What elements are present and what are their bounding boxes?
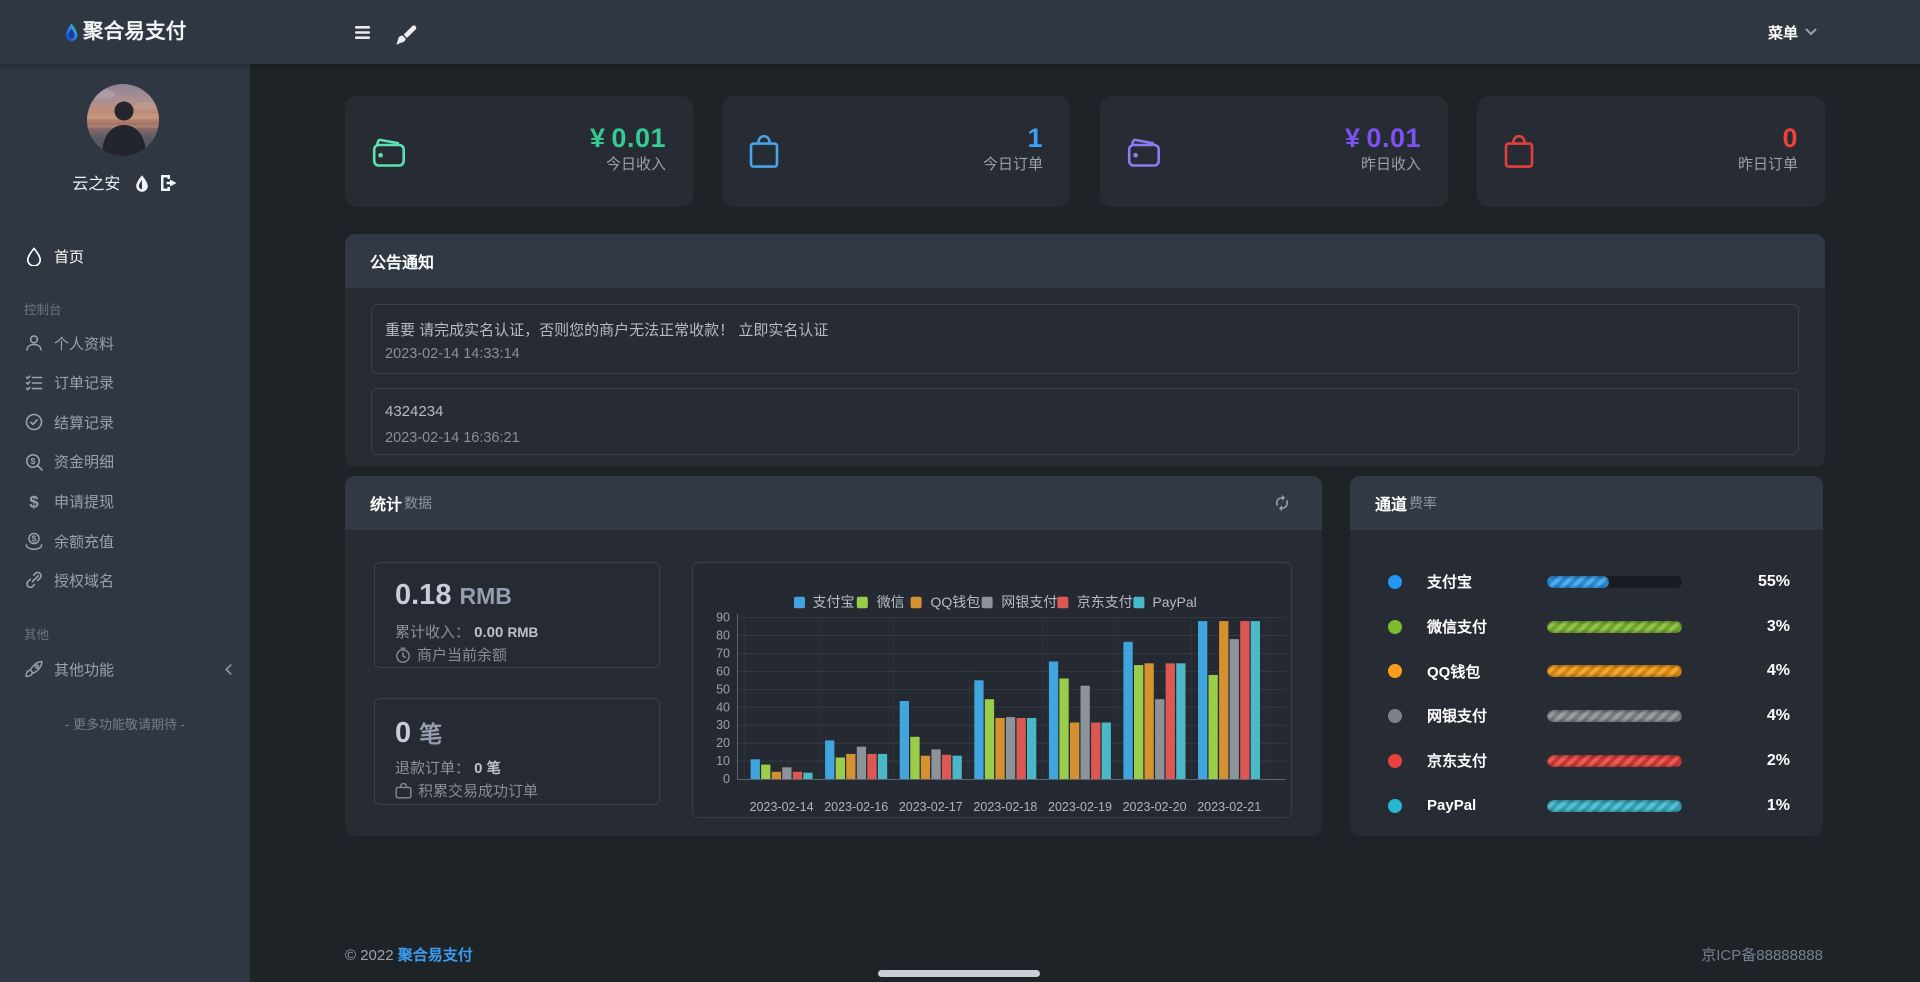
svg-text:20: 20 bbox=[716, 736, 730, 750]
svg-text:微信: 微信 bbox=[877, 594, 905, 610]
svg-text:$: $ bbox=[32, 534, 37, 544]
svg-text:30: 30 bbox=[716, 718, 730, 732]
svg-text:10: 10 bbox=[716, 754, 730, 768]
svg-text:60: 60 bbox=[716, 664, 730, 678]
svg-text:2023-02-21: 2023-02-21 bbox=[1197, 800, 1261, 814]
svg-text:PayPal: PayPal bbox=[1152, 594, 1196, 610]
svg-text:2023-02-14: 2023-02-14 bbox=[750, 800, 814, 814]
svg-text:0: 0 bbox=[723, 772, 730, 786]
svg-text:$: $ bbox=[31, 456, 36, 466]
svg-text:2023-02-20: 2023-02-20 bbox=[1123, 800, 1187, 814]
svg-text:2023-02-19: 2023-02-19 bbox=[1048, 800, 1112, 814]
svg-text:支付宝: 支付宝 bbox=[813, 594, 855, 610]
svg-text:网银支付: 网银支付 bbox=[1001, 594, 1057, 610]
svg-text:50: 50 bbox=[716, 682, 730, 696]
svg-text:2023-02-16: 2023-02-16 bbox=[824, 800, 888, 814]
svg-text:40: 40 bbox=[716, 700, 730, 714]
svg-text:QQ钱包: QQ钱包 bbox=[931, 594, 981, 610]
svg-text:90: 90 bbox=[716, 611, 730, 625]
svg-text:2023-02-18: 2023-02-18 bbox=[973, 800, 1037, 814]
svg-text:80: 80 bbox=[716, 629, 730, 643]
svg-text:$: $ bbox=[29, 492, 39, 511]
svg-text:京东支付: 京东支付 bbox=[1077, 594, 1133, 610]
svg-text:2023-02-17: 2023-02-17 bbox=[899, 800, 963, 814]
svg-text:70: 70 bbox=[716, 647, 730, 661]
